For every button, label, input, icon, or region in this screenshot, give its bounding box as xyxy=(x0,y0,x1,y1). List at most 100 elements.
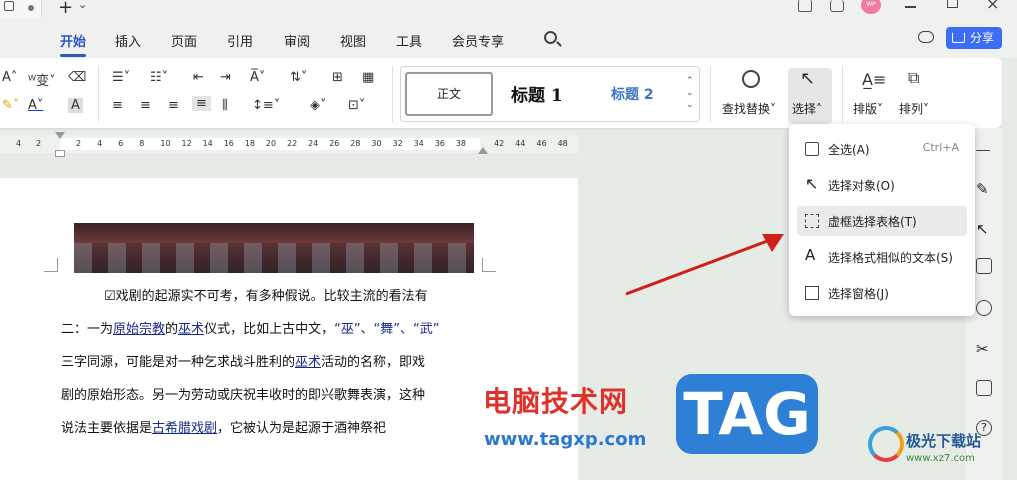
gallery-scroll-icon[interactable]: ⌃ ⌄ ⌄ xyxy=(686,75,694,111)
text-run: 二：一为 xyxy=(61,322,114,337)
justify-icon[interactable]: ≡ xyxy=(192,96,211,111)
decrease-indent-icon[interactable]: ⇤ xyxy=(193,70,204,85)
hyperlink-original-religion[interactable]: 原始宗教 xyxy=(113,322,165,337)
align-center-icon[interactable]: ≡ xyxy=(140,98,151,113)
hyperlink-witchcraft[interactable]: 巫术 xyxy=(178,322,204,337)
layout-icon[interactable]: A̲≡ xyxy=(862,70,886,89)
document-tab[interactable] xyxy=(0,0,42,18)
bullet-list-icon[interactable]: ☰˅ xyxy=(112,70,130,85)
cursor-icon: ↖ xyxy=(800,68,816,89)
ruler-tick-label: 44 xyxy=(515,139,526,148)
collapse-icon[interactable] xyxy=(976,150,990,152)
layout-button[interactable]: 排版˅ xyxy=(853,100,883,117)
new-tab-icon[interactable]: + xyxy=(58,0,73,18)
font-size-up-icon[interactable]: A˄ xyxy=(2,70,17,85)
sliders-icon[interactable] xyxy=(976,258,992,274)
close-icon[interactable]: × xyxy=(986,0,999,13)
increase-indent-icon[interactable]: ⇥ xyxy=(220,70,231,85)
menu-item-select-all[interactable]: 全选(A) Ctrl+A xyxy=(797,134,967,164)
ruler-tick-label: 46 xyxy=(536,139,547,148)
menu-item-label: 虚框选择表格(T) xyxy=(828,215,917,229)
menu-item-marquee-select-table[interactable]: 虚框选择表格(T) xyxy=(797,206,967,236)
ribbon-separator xyxy=(710,66,711,122)
share-icon xyxy=(952,32,965,43)
share-button[interactable]: 分享 xyxy=(946,27,1002,49)
right-indent-marker[interactable] xyxy=(478,147,488,154)
book-icon[interactable] xyxy=(976,380,992,396)
cloud-icon[interactable] xyxy=(918,31,934,43)
hyperlink-greek-drama[interactable]: 古希腊戏剧 xyxy=(152,421,217,436)
first-line-indent-marker[interactable] xyxy=(55,132,65,139)
pinyin-icon[interactable]: ᵂ变˅ xyxy=(28,70,56,89)
char-shading-icon[interactable]: A xyxy=(68,98,83,113)
tab-view[interactable]: 视图 xyxy=(340,31,366,50)
minimize-icon[interactable] xyxy=(905,6,916,8)
find-replace-button[interactable]: 查找替换˅ xyxy=(722,100,776,117)
select-button[interactable]: ↖ 选择˄ xyxy=(788,68,832,124)
find-replace-label: 查找替换 xyxy=(722,102,771,116)
arrange-button[interactable]: 排列˅ xyxy=(899,100,929,117)
layout-icon[interactable] xyxy=(798,0,812,12)
menu-item-select-objects[interactable]: ↖ 选择对象(O) xyxy=(797,170,967,200)
text-run: ，它被认为是起源于酒神祭祀 xyxy=(217,421,387,436)
ai-icon[interactable] xyxy=(976,300,992,316)
menu-item-label: 全选(A) xyxy=(828,143,870,157)
ruler-tick-label: 42 xyxy=(494,139,505,148)
font-color-icon[interactable]: A˅ xyxy=(28,98,43,113)
cube-icon[interactable] xyxy=(830,0,844,12)
document-icon xyxy=(4,1,14,11)
menu-item-label: 选择格式相似的文本(S) xyxy=(828,251,953,265)
text-run: 三字同源，可能是对一种乞求战斗胜利的 xyxy=(61,355,296,370)
menu-item-selection-pane[interactable]: 选择窗格(J) xyxy=(797,278,967,308)
align-left-icon[interactable]: ≡ xyxy=(112,98,123,113)
ruler-tick-label: 20 xyxy=(265,139,277,148)
style-normal[interactable]: 正文 xyxy=(405,72,493,116)
style-heading-2[interactable]: 标题 2 xyxy=(611,84,654,104)
ribbon: A˄ ᵂ变˅ ⌫ ✎˅ A˅ A ☰˅ ☷˅ ⇤ ⇥ A̅˅ ⇅˅ ⊞ ▦ ≡ … xyxy=(0,58,1002,128)
numbered-list-icon[interactable]: ☷˅ xyxy=(150,70,168,85)
doc-paragraph-line: 说法主要依据是古希腊戏剧，它被认为是起源于酒神祭祀 xyxy=(61,417,386,436)
tab-insert[interactable]: 插入 xyxy=(115,31,141,50)
text-direction-icon[interactable]: A̅˅ xyxy=(250,70,265,85)
tools-icon[interactable]: ✂ xyxy=(976,340,992,358)
clear-format-icon[interactable]: ⌫ xyxy=(68,70,86,85)
fill-color-icon[interactable]: ◈˅ xyxy=(310,98,327,113)
tab-member[interactable]: 会员专享 xyxy=(452,31,504,50)
avatar[interactable]: WP xyxy=(861,0,881,14)
tab-review[interactable]: 审阅 xyxy=(284,31,310,50)
tab-page[interactable]: 页面 xyxy=(171,31,197,50)
menu-item-label: 选择窗格(J) xyxy=(828,287,889,301)
tab-references[interactable]: 引用 xyxy=(227,31,253,50)
menu-item-select-similar-format[interactable]: A 选择格式相似的文本(S) xyxy=(797,242,967,272)
find-icon[interactable] xyxy=(742,70,760,88)
border-icon[interactable]: ⊡˅ xyxy=(348,98,365,113)
ruler-tick-label: 28 xyxy=(350,139,361,148)
tab-tools[interactable]: 工具 xyxy=(396,31,422,50)
shortcut-label: Ctrl+A xyxy=(922,141,959,154)
align-right-icon[interactable]: ≡ xyxy=(168,98,179,113)
pen-icon[interactable]: ✎ xyxy=(976,180,992,198)
left-indent-marker[interactable] xyxy=(55,150,65,157)
style-heading-1[interactable]: 标题 1 xyxy=(511,81,563,106)
cursor-icon[interactable]: ↖ xyxy=(976,220,992,238)
text-run: 活动的名称，即戏 xyxy=(321,355,426,370)
hyperlink-witchcraft[interactable]: 巫术 xyxy=(295,355,321,370)
chevron-down-icon[interactable]: ⌄ xyxy=(78,0,87,11)
text-format-icon: A xyxy=(805,246,816,264)
menu-bar: 开始 插入 页面 引用 审阅 视图 工具 会员专享 分享 xyxy=(0,18,1017,58)
para-settings-icon[interactable]: ⊞ xyxy=(332,70,343,85)
arrange-icon[interactable]: ⧉ xyxy=(908,68,919,88)
sort-icon[interactable]: ⇅˅ xyxy=(290,70,307,85)
active-tab-indicator xyxy=(60,54,86,57)
ruler-tick-label: 14 xyxy=(202,139,213,148)
pane-icon xyxy=(805,286,819,300)
highlight-icon[interactable]: ✎˅ xyxy=(2,98,19,113)
line-spacing-icon[interactable]: ↕≡˅ xyxy=(252,98,280,113)
maximize-icon[interactable] xyxy=(947,0,958,8)
select-all-icon xyxy=(805,142,819,156)
table-border-icon[interactable]: ▦ xyxy=(362,70,374,85)
search-icon[interactable] xyxy=(544,31,557,44)
tab-home[interactable]: 开始 xyxy=(60,31,86,50)
document-image[interactable] xyxy=(74,223,474,273)
distribute-icon[interactable]: ⫼ xyxy=(222,98,228,113)
